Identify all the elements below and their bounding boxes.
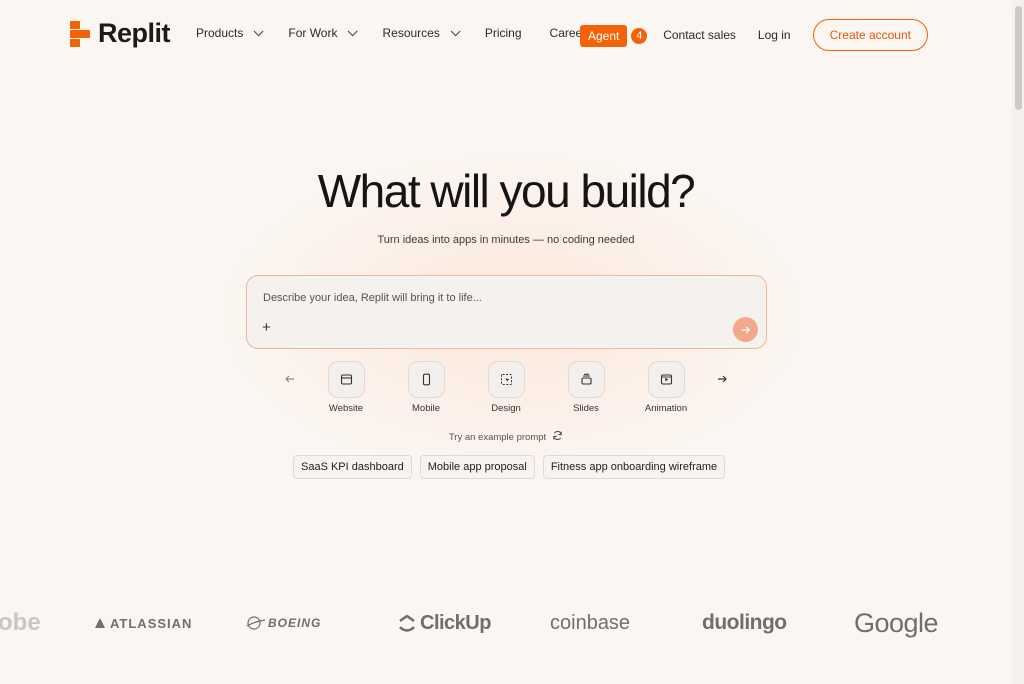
chevron-down-icon xyxy=(254,25,264,36)
browser-window-icon xyxy=(327,361,365,398)
example-chip-fitness-onboarding[interactable]: Fitness app onboarding wireframe xyxy=(542,455,726,479)
top-navigation: Replit Products For Work Resources Prici… xyxy=(0,0,1012,70)
page-scrollbar[interactable] xyxy=(1012,0,1024,684)
app-type-carousel: Website Mobile Design Slides Animation xyxy=(280,361,740,421)
logo-boeing: BOEING xyxy=(246,598,321,648)
hero-subtitle: Turn ideas into apps in minutes — no cod… xyxy=(377,234,635,246)
replit-logo[interactable]: Replit xyxy=(70,18,171,49)
atlassian-mark-icon xyxy=(95,618,105,628)
chevron-down-icon xyxy=(450,25,461,36)
app-type-label: Slides xyxy=(573,403,599,414)
carousel-next-arrow-icon[interactable] xyxy=(716,373,728,388)
app-type-mobile[interactable]: Mobile xyxy=(396,361,456,414)
agent-link[interactable]: Agent 4 xyxy=(580,25,650,47)
logo-adobe: Adobe xyxy=(0,609,41,636)
hero-title: What will you build? xyxy=(317,165,696,217)
brand-name: Replit xyxy=(98,18,171,48)
app-type-design[interactable]: Design xyxy=(476,361,536,414)
prompt-box: + xyxy=(246,275,767,349)
plus-icon[interactable]: + xyxy=(262,320,271,335)
agent-version-badge: 4 xyxy=(629,26,650,46)
nav-products-label: Products xyxy=(196,26,244,40)
carousel-prev-arrow-icon[interactable] xyxy=(284,373,296,388)
logo-google: Google xyxy=(854,607,939,638)
nav-actions: Contact sales Log in Create account xyxy=(663,19,928,51)
example-prompt-chips: SaaS KPI dashboard Mobile app proposal F… xyxy=(293,455,726,479)
app-type-label: Design xyxy=(491,403,521,414)
customer-logos: Adobe ATLASSIAN BOEING ClickUp coinbase … xyxy=(0,598,1012,648)
agent-label: Agent xyxy=(580,25,628,47)
app-type-label: Website xyxy=(328,403,364,414)
example-prompt-label: Try an example prompt xyxy=(448,431,547,443)
nav-pricing[interactable]: Pricing xyxy=(485,26,522,40)
clickup-mark-icon xyxy=(398,614,416,632)
nav-products[interactable]: Products xyxy=(196,25,264,40)
nav-for-work-label: For Work xyxy=(288,26,338,40)
login-link[interactable]: Log in xyxy=(758,28,791,42)
nav-resources[interactable]: Resources xyxy=(382,25,461,40)
app-type-website[interactable]: Website xyxy=(316,361,376,414)
nav-pricing-label: Pricing xyxy=(484,26,522,40)
main-nav: Products For Work Resources Pricing Care… xyxy=(196,25,620,40)
nav-resources-label: Resources xyxy=(382,26,440,40)
send-button[interactable] xyxy=(733,317,758,342)
app-type-animation[interactable]: Animation xyxy=(636,361,696,414)
logo-atlassian: ATLASSIAN xyxy=(94,598,192,648)
logo-coinbase: coinbase xyxy=(550,611,631,634)
logo-duolingo: duolingo xyxy=(702,611,787,634)
logo-clickup: ClickUp xyxy=(398,598,491,648)
boeing-mark-icon xyxy=(246,616,266,630)
replit-logo-icon xyxy=(70,20,90,47)
nav-for-work[interactable]: For Work xyxy=(288,25,359,40)
example-chip-saas-kpi-dashboard[interactable]: SaaS KPI dashboard xyxy=(293,455,412,479)
arrow-right-icon xyxy=(740,326,750,333)
example-chip-mobile-app-proposal[interactable]: Mobile app proposal xyxy=(419,455,535,479)
app-type-label: Animation xyxy=(644,403,688,414)
scrollbar-thumb[interactable] xyxy=(1015,6,1022,110)
slides-stack-icon xyxy=(567,361,605,398)
chevron-down-icon xyxy=(348,25,359,36)
app-type-label: Mobile xyxy=(412,403,440,414)
app-type-slides[interactable]: Slides xyxy=(556,361,616,414)
phone-icon xyxy=(407,361,445,398)
create-account-button[interactable]: Create account xyxy=(812,19,928,51)
cursor-select-icon xyxy=(487,361,525,398)
contact-sales-link[interactable]: Contact sales xyxy=(663,28,736,42)
idea-prompt-input[interactable] xyxy=(263,292,703,304)
play-frame-icon xyxy=(647,361,685,398)
refresh-icon[interactable] xyxy=(552,430,563,444)
example-prompt-heading: Try an example prompt xyxy=(0,430,1012,444)
